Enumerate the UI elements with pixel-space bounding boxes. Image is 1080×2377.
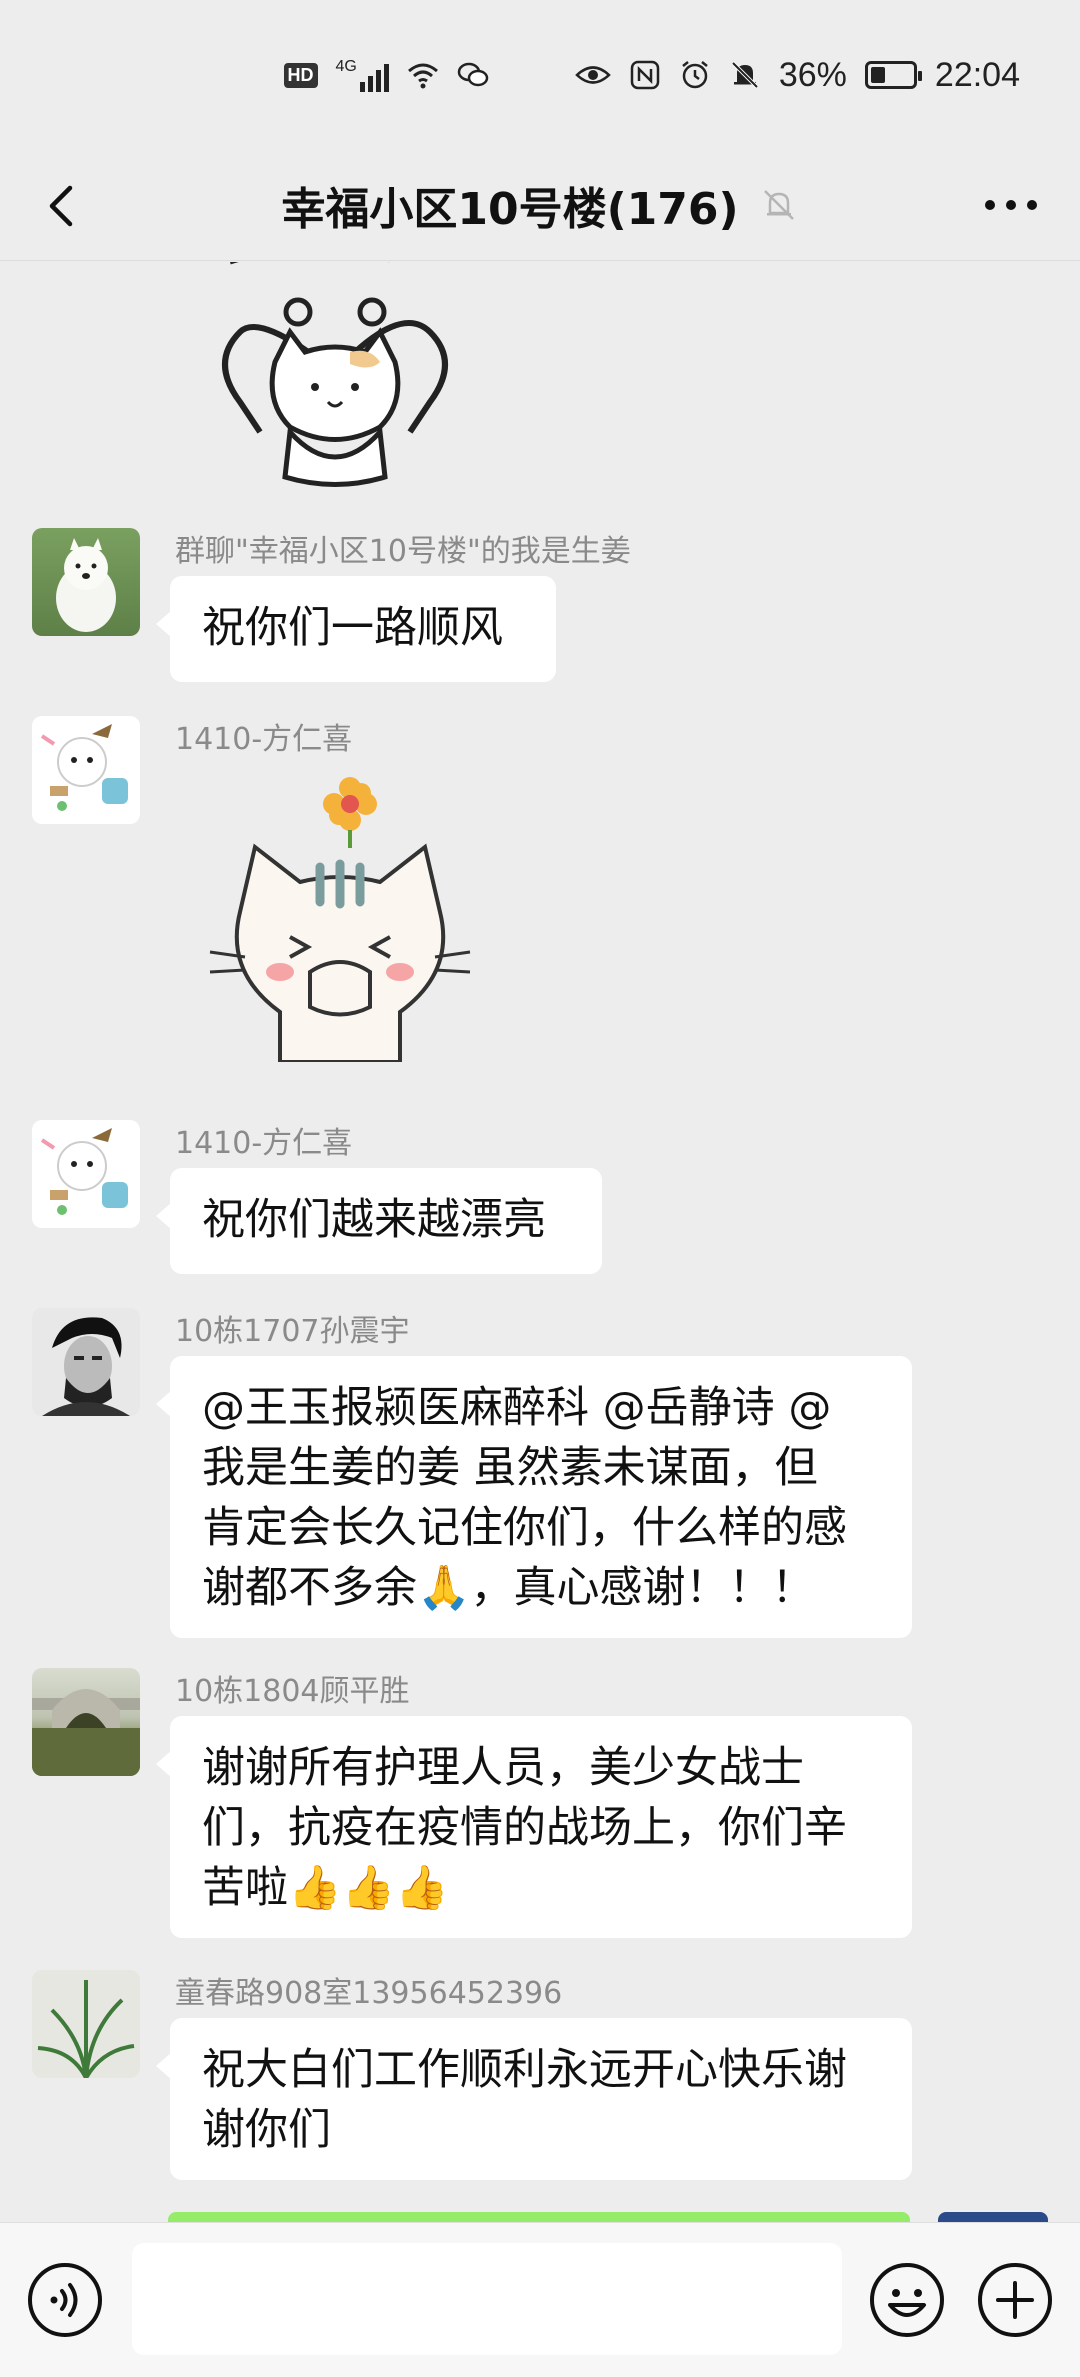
cartoon-sheep-avatar[interactable] [32, 1120, 140, 1228]
message-list[interactable]: 群聊"幸福小区10号楼"的我是生姜 祝你们一路顺风 1410-方仁喜 1410-… [0, 262, 1080, 2222]
eye-icon [575, 66, 611, 84]
plus-icon[interactable] [976, 2261, 1054, 2339]
back-arrow-icon[interactable] [36, 178, 92, 234]
message-line: 谢你们 [202, 2105, 331, 2155]
portrait-avatar[interactable] [32, 1308, 140, 1416]
bell-muted-icon [731, 61, 759, 89]
header-divider [0, 260, 1080, 261]
battery-percent: 36% [778, 55, 847, 94]
cat-heart-sticker[interactable] [200, 262, 470, 492]
bell-muted-icon [763, 190, 794, 220]
sender-name: 1410-方仁喜 [175, 722, 353, 757]
cellular-signal-icon: 4G [336, 58, 389, 92]
nfc-icon [630, 60, 660, 90]
battery-icon [864, 61, 922, 89]
message-bubble[interactable]: 谢谢所有护理人员，美少女战士 们，抗疫在疫情的战场上，你们辛 苦啦👍👍👍 [156, 1716, 912, 1938]
cat-flower-sticker[interactable] [200, 772, 480, 1062]
hd-icon: HD [283, 62, 318, 88]
message-line: 我是生姜的姜 虽然素未谋面，但 [202, 1443, 818, 1493]
alarm-icon [682, 61, 708, 89]
sender-name: 10栋1707孙震宇 [175, 1314, 410, 1349]
own-message-bubble-partial[interactable] [168, 2212, 910, 2222]
message-line: 谢都不多余🙏，真心感谢！！！ [202, 1563, 815, 1613]
bridge-avatar[interactable] [32, 1668, 140, 1776]
sender-name: 1410-方仁喜 [175, 1126, 353, 1161]
wifi-icon [407, 63, 438, 89]
more-dots-icon[interactable] [976, 180, 1046, 230]
sender-name: 群聊"幸福小区10号楼"的我是生姜 [175, 534, 631, 569]
emoji-icon[interactable] [868, 2261, 946, 2339]
message-bubble[interactable]: 祝你们越来越漂亮 [156, 1168, 602, 1274]
message-line: 苦啦👍👍👍 [202, 1863, 449, 1913]
status-bar: HD 4G 36% 22:04 [0, 0, 1080, 150]
message-line: 祝大白们工作顺利永远开心快乐谢 [202, 2045, 847, 2095]
message-bubble[interactable]: 祝大白们工作顺利永远开心快乐谢 谢你们 [156, 2018, 912, 2180]
sender-name: 童春路908室13956452396 [175, 1976, 563, 2011]
wechat-icon [457, 62, 489, 87]
clock: 22:04 [934, 55, 1020, 94]
message-line: @王玉报颍医麻醉科 @岳静诗 @ [202, 1383, 832, 1433]
chat-header: 幸福小区10号楼(176) [0, 150, 1080, 260]
input-bar [0, 2222, 1080, 2377]
white-dog-avatar[interactable] [32, 528, 140, 636]
message-bubble[interactable]: 祝你们一路顺风 [156, 576, 556, 682]
message-line: 们，抗疫在疫情的战场上，你们辛 [202, 1803, 847, 1853]
own-avatar-partial[interactable] [938, 2212, 1048, 2222]
message-input[interactable] [132, 2243, 842, 2355]
message-line: 谢谢所有护理人员，美少女战士 [202, 1743, 804, 1793]
voice-icon[interactable] [26, 2261, 104, 2339]
cartoon-sheep-avatar[interactable] [32, 716, 140, 824]
message-line: 肯定会长久记住你们，什么样的感 [202, 1503, 847, 1553]
sender-name: 10栋1804顾平胜 [175, 1674, 410, 1709]
message-bubble[interactable]: @王玉报颍医麻醉科 @岳静诗 @ 我是生姜的姜 虽然素未谋面，但 肯定会长久记住… [156, 1356, 912, 1638]
plant-avatar[interactable] [32, 1970, 140, 2078]
chat-title: 幸福小区10号楼(176) [281, 184, 739, 235]
